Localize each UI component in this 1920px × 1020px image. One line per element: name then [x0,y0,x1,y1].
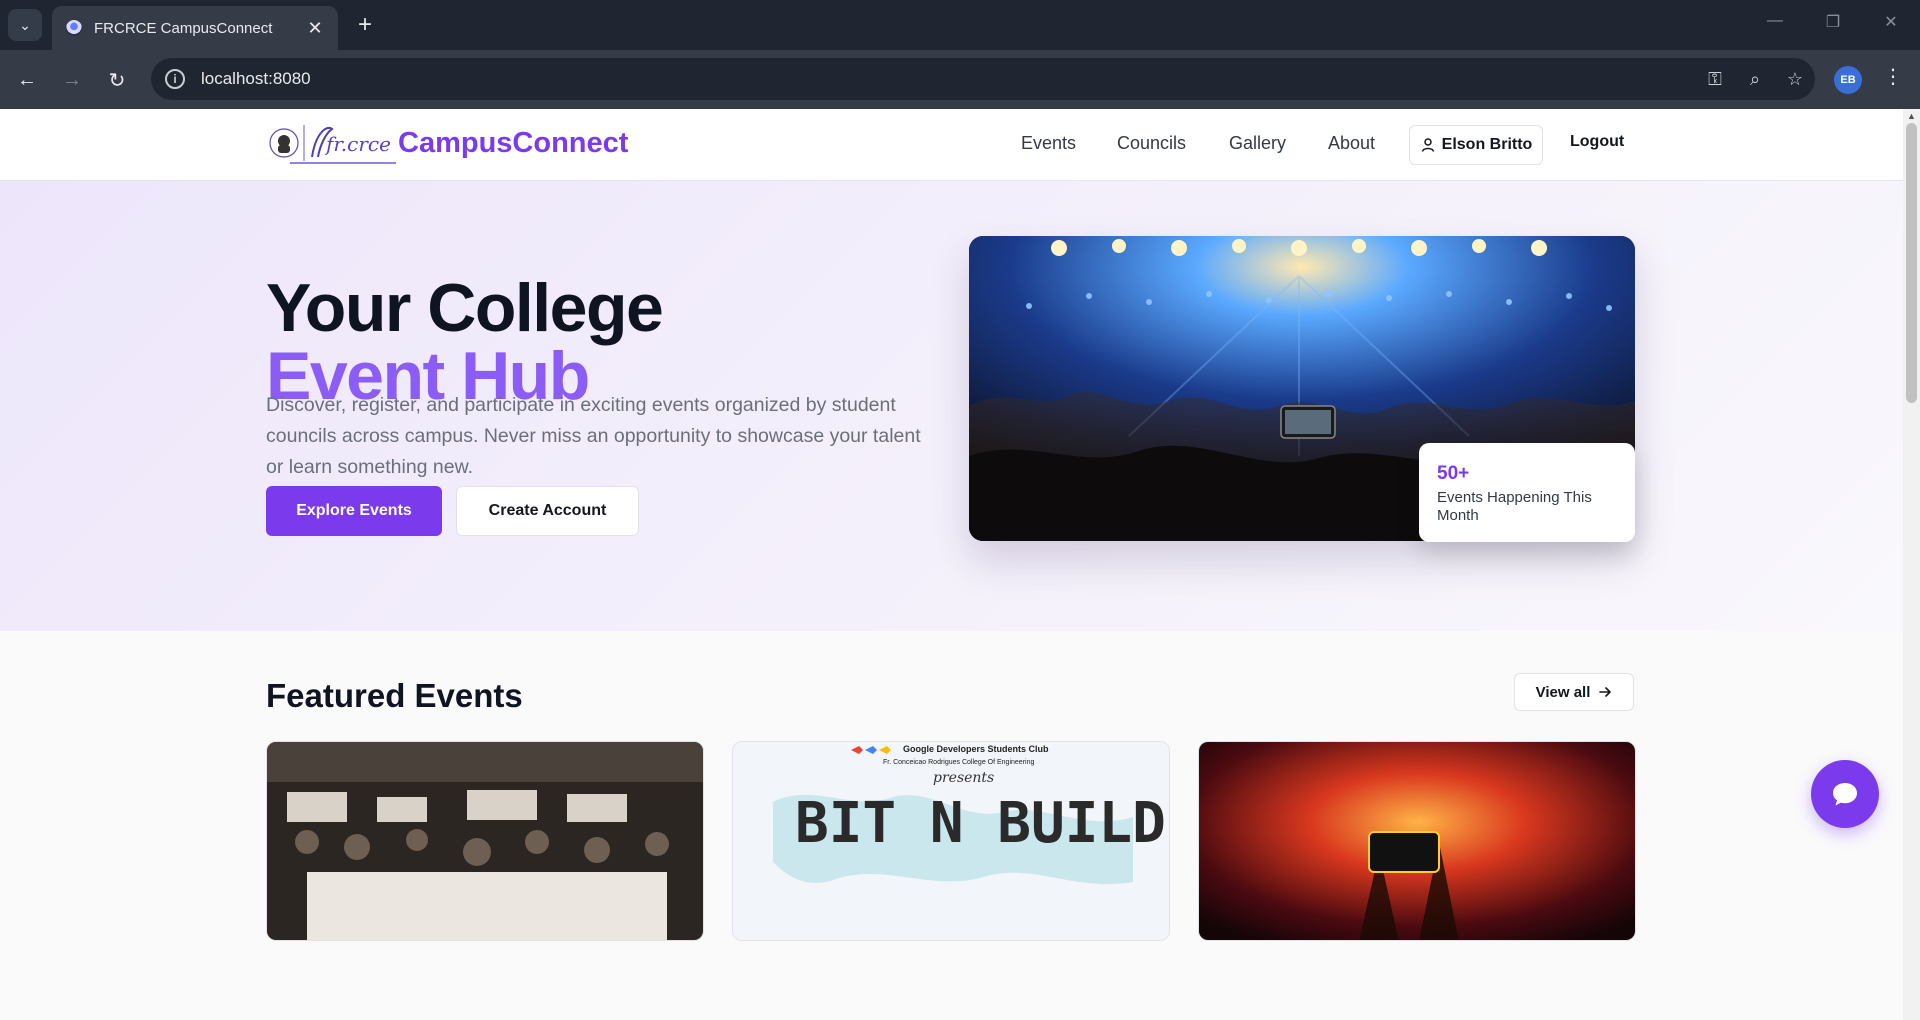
brand-name[interactable]: CampusConnect [398,127,628,160]
stat-value: 50+ [1437,463,1470,484]
stat-card: 50+ Events Happening This Month [1419,443,1635,542]
logout-button[interactable]: Logout [1570,133,1624,151]
browser-tabbar: ⌄ FRCRCE CampusConnect ✕ + — ❐ ✕ [0,0,1920,50]
site-header: fr.crce CampusConnect Events Councils Ga… [0,109,1903,181]
svg-text:Fr. Conceicao Rodrigues Colleg: Fr. Conceicao Rodrigues College Of Engin… [883,759,1034,766]
browser-tab[interactable]: FRCRCE CampusConnect ✕ [52,6,338,50]
tab-favicon-icon [66,20,82,36]
reload-icon[interactable]: ↻ [101,64,133,96]
forward-arrow-icon[interactable]: → [56,64,88,96]
profile-avatar[interactable]: EB [1834,66,1862,94]
tab-search-button[interactable]: ⌄ [8,9,42,41]
stat-label: Events Happening This Month [1437,489,1592,524]
tab-title: FRCRCE CampusConnect [94,19,273,37]
tab-close-icon[interactable]: ✕ [304,18,326,39]
url-text[interactable]: localhost:8080 [201,69,1695,89]
hero-description: Discover, register, and participate in e… [266,394,921,478]
view-all-button[interactable]: View all [1514,673,1634,711]
arrow-right-icon [1599,687,1612,697]
window-close-icon[interactable]: ✕ [1876,12,1906,32]
event-card-1-image [267,742,703,940]
featured-title: Featured Events [266,677,523,714]
chat-icon [1833,783,1857,806]
event-card-2[interactable]: Google Developers Students Club Fr. Conc… [732,741,1170,941]
restore-icon[interactable]: ❐ [1818,12,1848,32]
user-icon [1421,138,1434,152]
minimize-icon[interactable]: — [1760,12,1790,30]
back-arrow-icon[interactable]: ← [11,64,43,96]
nav-link-councils[interactable]: Councils [1117,133,1186,154]
svg-text:BIT N BUILD: BIT N BUILD [795,791,1166,856]
site-info-icon[interactable]: i [165,69,185,89]
new-tab-button[interactable]: + [350,10,380,40]
chat-button[interactable] [1811,760,1879,828]
event-card-1[interactable] [266,741,704,941]
nav-link-about[interactable]: About [1328,133,1375,154]
page-viewport: fr.crce CampusConnect Events Councils Ga… [0,109,1903,1020]
nav-link-gallery[interactable]: Gallery [1229,133,1286,154]
zoom-icon[interactable]: ⌕ [1735,69,1775,90]
user-name: Elson Britto [1441,136,1533,153]
svg-text:presents: presents [933,770,994,786]
explore-events-button[interactable]: Explore Events [266,486,442,536]
create-account-button[interactable]: Create Account [456,486,639,536]
scroll-up-arrow-icon[interactable]: ▲ [1903,109,1920,123]
user-profile-button[interactable]: Elson Britto [1409,125,1543,165]
event-card-2-image: Google Developers Students Club Fr. Conc… [733,742,1169,940]
bookmark-star-icon[interactable]: ☆ [1775,69,1815,90]
password-key-icon[interactable]: ⚿ [1695,69,1735,90]
svg-text:Google Developers Students Clu: Google Developers Students Club [903,744,1049,754]
event-card-3[interactable] [1198,741,1636,941]
browser-menu-icon[interactable]: ⋮ [1880,64,1906,89]
svg-text:fr.crce: fr.crce [324,132,391,156]
view-all-label: View all [1535,683,1591,701]
hero-title-line1: Your College [266,270,664,346]
page-scrollbar[interactable]: ▲ [1903,109,1920,1020]
event-card-3-image [1199,742,1635,940]
college-logo[interactable]: fr.crce [266,121,400,167]
scrollbar-thumb[interactable] [1906,123,1917,403]
browser-toolbar: ← → ↻ i localhost:8080 ⚿ ⌕ ☆ EB ⋮ [0,50,1920,109]
nav-link-events[interactable]: Events [1021,133,1076,154]
address-bar[interactable]: i localhost:8080 ⚿ ⌕ ☆ [151,58,1815,100]
